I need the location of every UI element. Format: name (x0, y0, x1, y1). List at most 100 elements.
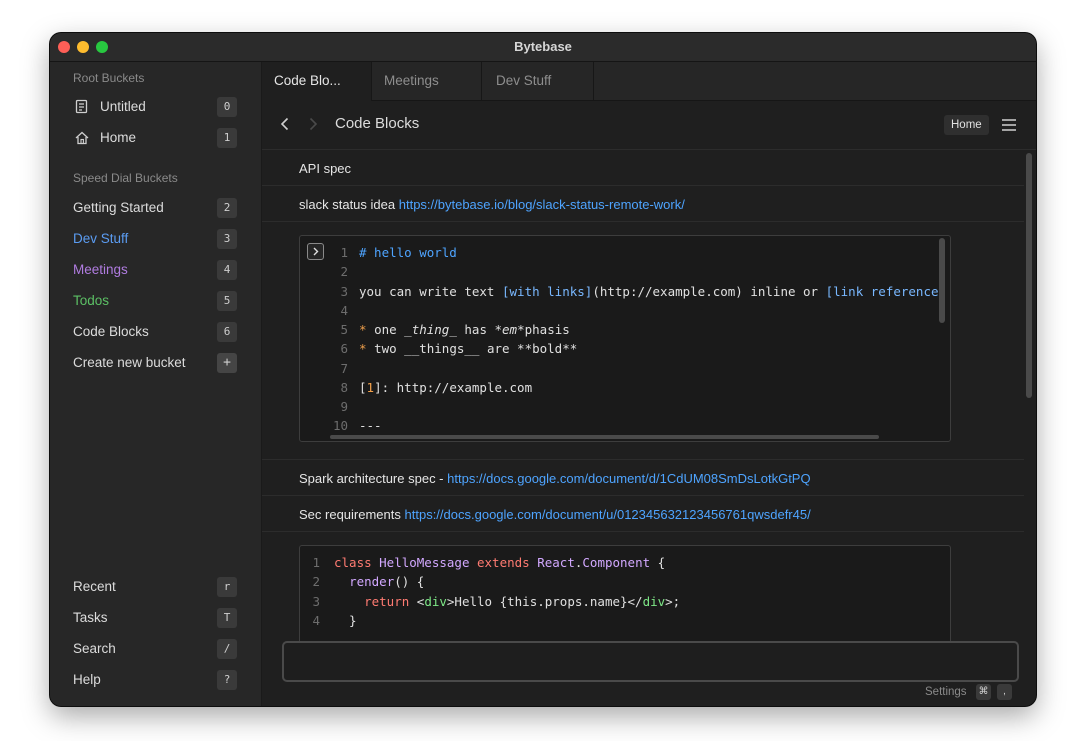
new-item-input[interactable] (282, 641, 1019, 682)
slack-text: slack status idea (299, 197, 396, 212)
sidebar-item-help[interactable]: Help ? (50, 666, 261, 694)
code-token: div (424, 594, 447, 609)
sidebar-item-meetings[interactable]: Meetings 4 (50, 256, 261, 284)
code-token: * (359, 322, 375, 337)
settings-label[interactable]: Settings (925, 686, 967, 698)
content-scrollbar[interactable] (1026, 153, 1032, 398)
shortcut-badge: 5 (217, 291, 237, 311)
shortcut-badge: ? (217, 670, 237, 690)
shortcut-badge: r (217, 577, 237, 597)
spark-text: Spark architecture spec - (299, 471, 444, 486)
home-icon (74, 130, 90, 146)
code-token: [ (359, 380, 367, 395)
list-item[interactable]: Spark architecture spec - https://docs.g… (262, 460, 1024, 496)
shortcut-badge: / (217, 639, 237, 659)
sidebar-item-label: Search (73, 641, 116, 656)
sidebar-item-home[interactable]: Home 1 (50, 124, 261, 152)
list-item[interactable]: slack status idea https://bytebase.io/bl… (262, 186, 1024, 222)
api-spec-link[interactable]: API spec (299, 161, 351, 176)
code-token: (http://example.com) inline or (592, 284, 826, 299)
tab-meetings[interactable]: Meetings (372, 62, 482, 100)
line-number: 7 (340, 361, 348, 376)
code-token: 1 (366, 380, 375, 395)
code-text: } (334, 613, 357, 628)
window-title: Bytebase (514, 39, 572, 54)
list-item-text: Sec requirements https://docs.google.com… (299, 507, 811, 522)
line-number: 9 (340, 399, 348, 414)
sec-link[interactable]: https://docs.google.com/document/u/01234… (405, 507, 811, 522)
bucket-content: API spec slack status idea https://byteb… (262, 150, 1036, 664)
app-window: Bytebase Root Buckets Untitled 0 Home 1 … (50, 33, 1036, 706)
list-item[interactable]: API spec (262, 150, 1024, 186)
code-text: render() { (334, 572, 424, 591)
code-text: return <div>Hello {this.props.name}</div… (334, 592, 680, 611)
shortcut-badge: T (217, 608, 237, 628)
horizontal-scrollbar[interactable] (330, 435, 879, 439)
code-text: --- (359, 418, 382, 433)
code-token: two __things__ are **bold** (374, 341, 578, 356)
line-number: 2 (312, 574, 320, 589)
vertical-scrollbar[interactable] (939, 238, 945, 323)
create-new-bucket-button[interactable]: Create new bucket + (50, 349, 261, 377)
sidebar-item-label: Dev Stuff (73, 231, 129, 246)
shortcut-badge: 4 (217, 260, 237, 280)
sidebar-item-dev-stuff[interactable]: Dev Stuff 3 (50, 225, 261, 253)
list-item[interactable]: Sec requirements https://docs.google.com… (262, 496, 1024, 532)
code-token: render (349, 574, 395, 589)
code-token: em (502, 322, 518, 337)
code-text: class HelloMessage extends React.Compone… (334, 553, 665, 572)
tab-bar: Code Blo... Meetings Dev Stuff (262, 62, 1036, 101)
code-block-markdown[interactable]: 1 # hello world 2 3 you can write text [wi… (299, 235, 951, 442)
sidebar-item-untitled[interactable]: Untitled 0 (50, 93, 261, 121)
code-token: class (334, 555, 380, 570)
shortcut-badge: 1 (217, 128, 237, 148)
sidebar-item-recent[interactable]: Recent r (50, 573, 261, 601)
page-header: Code Blocks Home (262, 101, 1036, 150)
sidebar-item-label: Tasks (73, 610, 108, 625)
command-key-badge: ⌘ (976, 684, 991, 700)
sidebar-item-label: Code Blocks (73, 324, 149, 339)
line-number: 10 (332, 418, 348, 433)
code-token: { (650, 555, 666, 570)
code-token: _ has * (449, 322, 503, 337)
sec-text: Sec requirements (299, 507, 401, 522)
sidebar-item-label: Meetings (73, 262, 128, 277)
line-number: 3 (340, 284, 348, 299)
spark-link[interactable]: https://docs.google.com/document/d/1CdUM… (447, 471, 810, 486)
code-token: return (364, 594, 417, 609)
sidebar-item-getting-started[interactable]: Getting Started 2 (50, 194, 261, 222)
tab-dev-stuff[interactable]: Dev Stuff (484, 62, 594, 100)
list-item[interactable]: 1 # hello world 2 3 you can write text [wi… (262, 222, 1024, 460)
sidebar-item-label: Todos (73, 293, 110, 308)
chevron-right-icon[interactable] (304, 115, 322, 133)
code-text: # hello world (359, 245, 457, 260)
slack-link[interactable]: https://bytebase.io/blog/slack-status-re… (399, 197, 685, 212)
sidebar-item-label: Help (73, 672, 101, 687)
line-number: 2 (340, 264, 348, 279)
chevron-left-icon[interactable] (276, 115, 294, 133)
code-token: one _ (374, 322, 412, 337)
sidebar: Root Buckets Untitled 0 Home 1 Speed Dia… (50, 62, 262, 706)
tab-code-blocks[interactable]: Code Blo... (262, 62, 372, 101)
home-breadcrumb-chip[interactable]: Home (944, 115, 989, 135)
sidebar-item-tasks[interactable]: Tasks T (50, 604, 261, 632)
code-token: [link reference (825, 284, 939, 299)
hamburger-menu-icon[interactable] (1000, 116, 1018, 134)
code-token: >; (665, 594, 681, 609)
code-token: thing (411, 322, 450, 337)
code-token: Component (582, 555, 651, 570)
line-number: 3 (312, 594, 320, 609)
sidebar-item-todos[interactable]: Todos 5 (50, 287, 261, 315)
code-token: *phasis (517, 322, 570, 337)
line-number: 5 (340, 322, 348, 337)
root-buckets-label: Root Buckets (73, 71, 145, 85)
code-text: * one _thing_ has *em*phasis (359, 320, 570, 339)
plus-icon[interactable]: + (217, 353, 237, 373)
code-token: extends (477, 555, 538, 570)
sidebar-item-code-blocks[interactable]: Code Blocks 6 (50, 318, 261, 346)
sidebar-item-label: Untitled (100, 99, 146, 114)
code-token: React (537, 555, 575, 570)
sidebar-item-search[interactable]: Search / (50, 635, 261, 663)
sidebar-item-label: Home (100, 130, 137, 145)
